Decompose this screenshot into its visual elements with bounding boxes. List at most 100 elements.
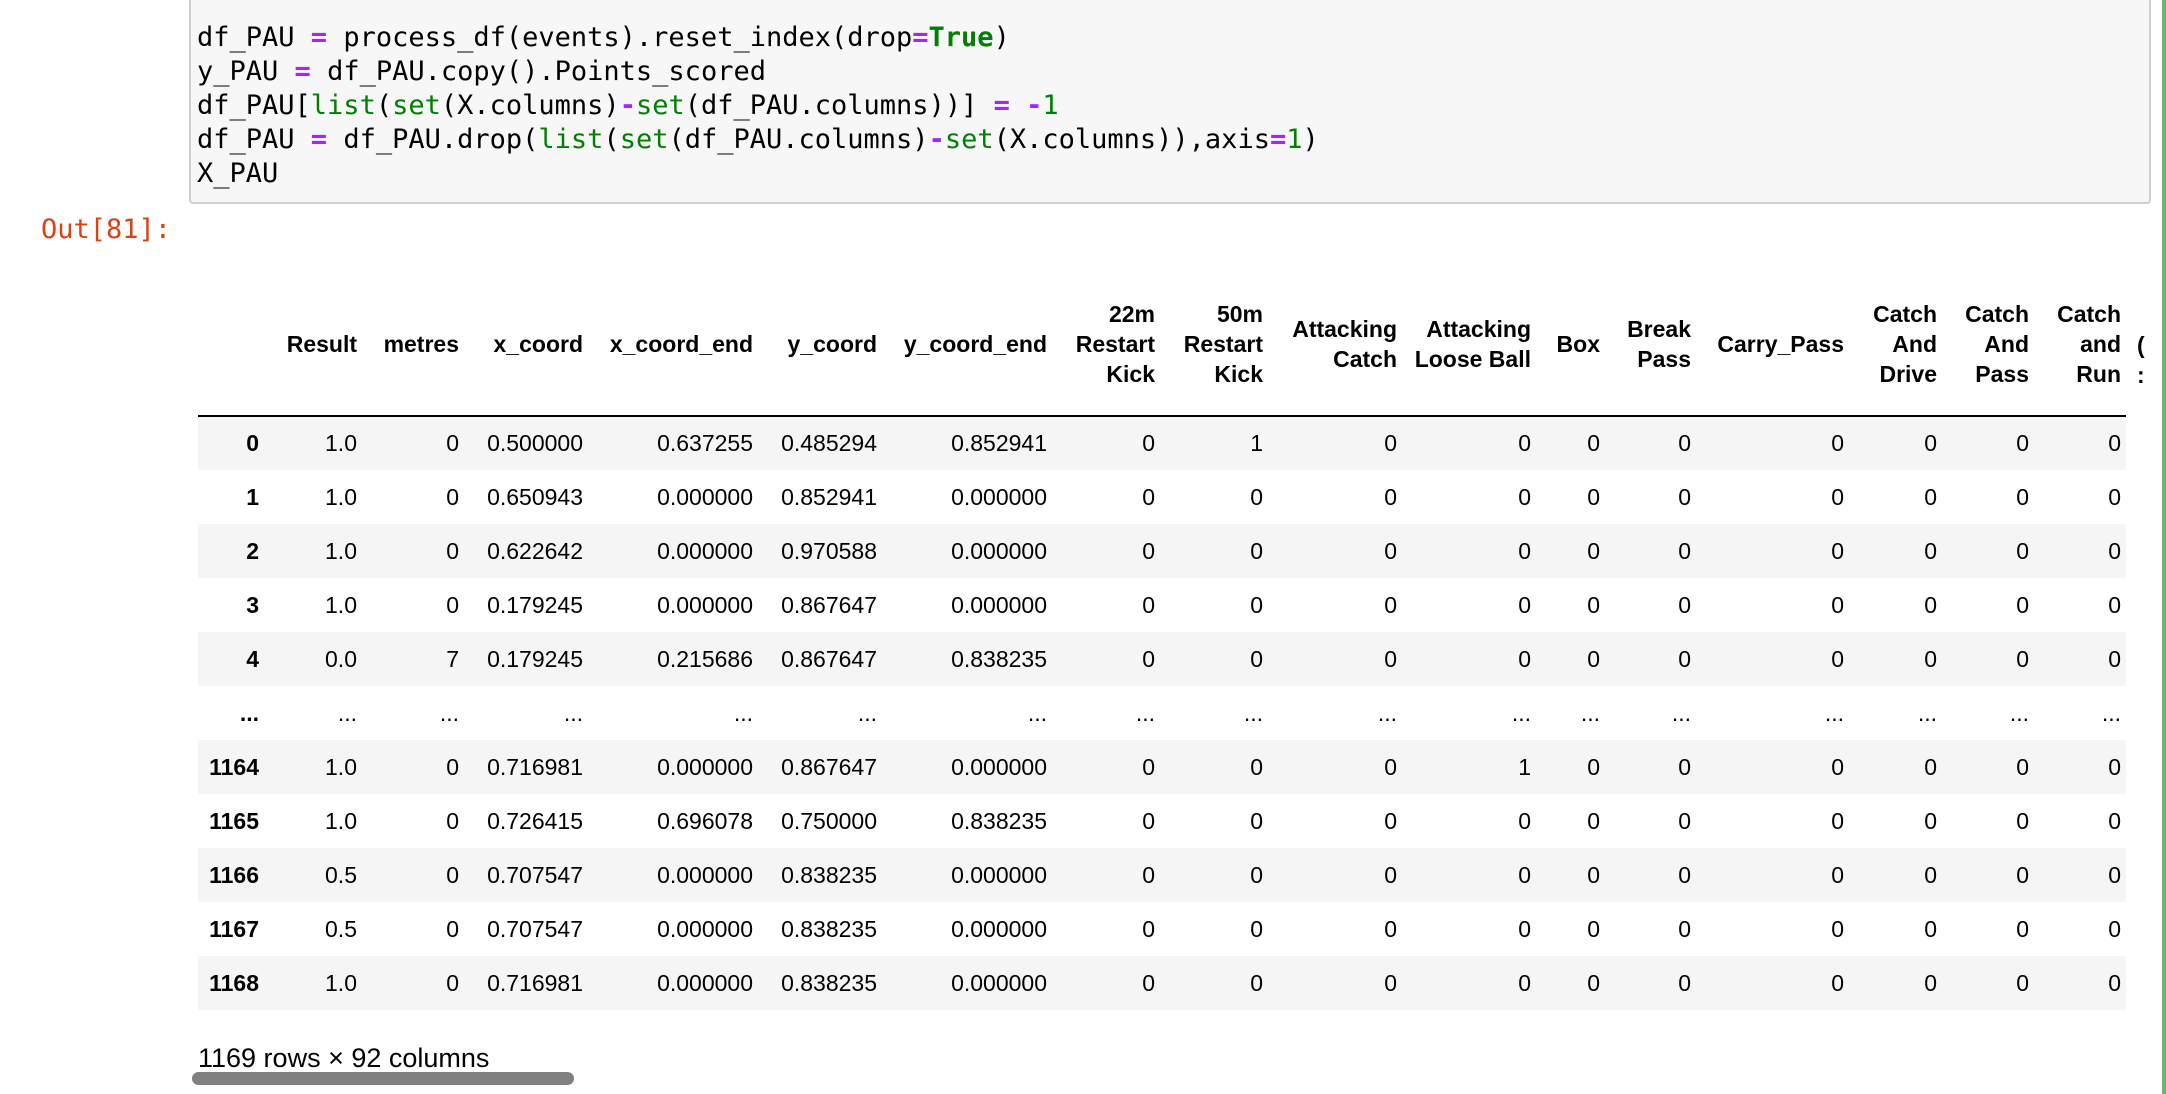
table-cell: 0.637255: [657, 430, 753, 456]
column-header: Catch and Run: [2034, 272, 2126, 417]
column-header: x_coord: [464, 272, 588, 417]
table-cell: 0.000000: [951, 537, 1047, 564]
table-cell: 0: [1587, 430, 1600, 456]
table-cell: 0: [1587, 537, 1600, 564]
table-cell: 0: [1384, 915, 1397, 942]
table-cell: 0.000000: [657, 537, 753, 564]
table-cell: 0: [446, 969, 459, 996]
table-cell: 0: [1250, 483, 1263, 510]
code-token: set: [392, 90, 441, 121]
table-cell: 0: [446, 483, 459, 510]
table-cell: 0.179245: [487, 645, 583, 672]
table-cell: 0.215686: [657, 645, 753, 672]
table-cell: 0.650943: [487, 483, 583, 510]
column-header: Result: [264, 272, 362, 417]
code-token: (df_PAU.columns): [668, 124, 929, 155]
code-token: list: [310, 90, 376, 121]
table-row: 0 1.0 0 0.500000 0.637255 0.485294 0.852941 0 1 0…: [198, 416, 2126, 470]
table-cell: 0.970588: [781, 537, 877, 564]
table-cell: 0.000000: [657, 591, 753, 618]
table-cell: 0.000000: [951, 969, 1047, 996]
table-cell: 0: [2016, 807, 2029, 834]
table-cell: 0.867647: [781, 591, 877, 618]
table-cell: 1: [1518, 753, 1531, 780]
table-cell: 1.0: [325, 753, 357, 780]
code-token: (X.columns): [440, 90, 620, 121]
code-token: set: [619, 124, 669, 155]
row-index: 1: [246, 483, 259, 510]
table-cell: 0: [1924, 915, 1937, 942]
table-cell: 0: [1831, 591, 1844, 618]
code-line: df_PAU[list(set(X.columns)-set(df_PAU.co…: [197, 89, 1319, 123]
code-token: -: [928, 124, 945, 155]
table-cell: 0.000000: [657, 753, 753, 780]
table-header-row: Result metres x_coord x_coord_end y_coord y_c…: [198, 272, 2126, 417]
column-header: metres: [362, 272, 464, 417]
code-token: ): [1302, 124, 1319, 155]
table-cell: ...: [1580, 699, 1600, 726]
table-cell: 0: [1831, 483, 1844, 510]
table-cell: ...: [337, 699, 357, 726]
table-cell: 0.707547: [487, 861, 583, 888]
table-cell: 0.622642: [487, 537, 583, 564]
table-cell: 0.000000: [657, 483, 753, 510]
code-editor[interactable]: df_PAU = process_df(events).reset_index(…: [197, 21, 1319, 191]
table-cell: ...: [1027, 699, 1047, 726]
table-cell: 0.852941: [781, 483, 877, 510]
table-cell: 0: [1518, 483, 1531, 510]
table-cell: 0.5: [325, 861, 357, 888]
table-cell: ...: [1511, 699, 1531, 726]
table-cell: 0: [2016, 591, 2029, 618]
code-token: df_PAU.copy().Points_scored: [310, 56, 766, 87]
table-cell: 0: [2108, 430, 2121, 456]
table-cell: 0.179245: [487, 591, 583, 618]
table-cell: 0: [1384, 430, 1397, 456]
table-cell: 0: [1924, 861, 1937, 888]
table-cell: 0: [2016, 645, 2029, 672]
code-token: -: [1026, 90, 1043, 121]
row-index: 2: [246, 537, 259, 564]
table-cell: 0: [1384, 537, 1397, 564]
table-cell: 0.867647: [781, 645, 877, 672]
table-cell: 0: [1518, 537, 1531, 564]
column-header: 22m Restart Kick: [1052, 272, 1160, 417]
table-cell: 0: [1142, 969, 1155, 996]
table-cell: 0: [1587, 915, 1600, 942]
table-cell: ...: [2009, 699, 2029, 726]
table-cell: ...: [1824, 699, 1844, 726]
column-header: 50m Restart Kick: [1160, 272, 1268, 417]
table-cell: 0: [1678, 915, 1691, 942]
table-cell: ...: [1135, 699, 1155, 726]
table-cell: 0.000000: [951, 753, 1047, 780]
code-line: df_PAU = df_PAU.drop(list(set(df_PAU.col…: [197, 123, 1319, 157]
index-header: [198, 272, 264, 417]
table-row: 1164 1.0 0 0.716981 0.000000 0.867647 0.000000…: [198, 740, 2126, 794]
table-cell: ...: [1377, 699, 1397, 726]
table-row: 1167 0.5 0 0.707547 0.000000 0.838235 0.000000…: [198, 902, 2126, 956]
table-cell: ...: [857, 699, 877, 726]
table-cell: 0: [2016, 483, 2029, 510]
table-cell: 0: [1924, 969, 1937, 996]
dataframe-output: Result metres x_coord x_coord_end y_coord y_c…: [198, 272, 2150, 1012]
row-index: 1167: [209, 915, 259, 942]
table-cell: ...: [1243, 699, 1263, 726]
column-header: Catch And Drive: [1849, 272, 1942, 417]
table-cell: 0: [1142, 915, 1155, 942]
table-cell: 0: [1831, 753, 1844, 780]
column-header: y_coord_end: [882, 272, 1052, 417]
table-cell: 0: [2016, 537, 2029, 564]
table-cell: 0: [1250, 969, 1263, 996]
column-header: y_coord: [758, 272, 882, 417]
table-cell: 7: [446, 645, 459, 672]
horizontal-scrollbar[interactable]: [192, 1072, 574, 1085]
row-index: 4: [246, 645, 259, 672]
table-row: 3 1.0 0 0.179245 0.000000 0.867647 0.000000 0 0 0…: [198, 578, 2126, 632]
table-cell: 0: [1587, 969, 1600, 996]
table-cell: 0: [1142, 645, 1155, 672]
code-token: list: [538, 124, 604, 155]
table-cell: 0: [1924, 753, 1937, 780]
column-header: x_coord_end: [588, 272, 758, 417]
table-cell: 1.0: [325, 807, 357, 834]
code-token: ): [993, 22, 1010, 53]
table-cell: ...: [1671, 699, 1691, 726]
